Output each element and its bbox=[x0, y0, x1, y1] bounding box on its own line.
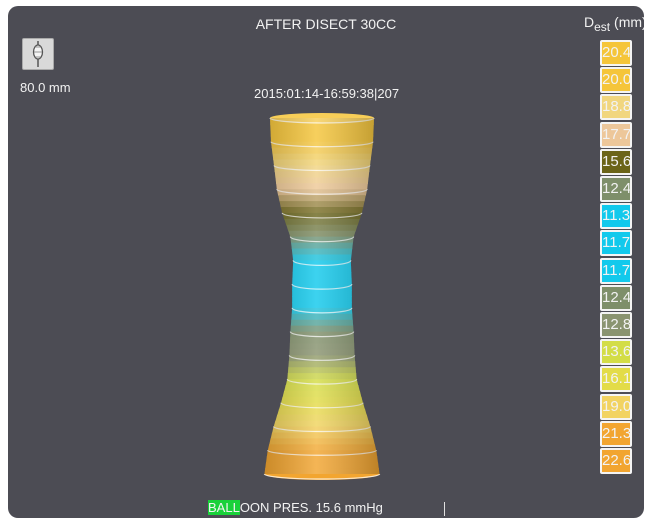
diameter-value: 16.1 bbox=[600, 366, 632, 393]
balloon-status-text: OON PRES. 15.6 mmHg bbox=[239, 500, 383, 515]
diameter-profile-view bbox=[263, 113, 381, 480]
scan-screen: AFTER DISECT 30CC Dest (mm) 80.0 mm 2015… bbox=[8, 6, 644, 518]
diameter-value: 13.6 bbox=[600, 339, 632, 366]
diameter-value: 12.4 bbox=[600, 176, 632, 202]
diameter-value: 20.0 bbox=[600, 67, 632, 94]
diameter-value: 17.7 bbox=[600, 121, 632, 148]
diameter-value: 12.4 bbox=[600, 284, 632, 311]
diameter-value: 12.8 bbox=[600, 312, 632, 338]
profile-shading bbox=[264, 118, 380, 474]
text-cursor bbox=[444, 502, 445, 516]
diameter-value: 11.3 bbox=[600, 203, 632, 230]
diameter-value: 18.8 bbox=[600, 94, 632, 121]
diameter-value: 21.3 bbox=[600, 420, 632, 447]
diameter-value: 20.4 bbox=[600, 40, 632, 66]
diameter-value: 22.6 bbox=[600, 448, 632, 474]
diameter-value: 15.6 bbox=[600, 148, 632, 175]
diameter-value: 11.7 bbox=[600, 257, 632, 284]
balloon-pressure-status: BALLOON PRES. 15.6 mmHg bbox=[208, 500, 383, 515]
balloon-status-highlight: BALL bbox=[208, 500, 240, 515]
diameter-value: 19.0 bbox=[600, 393, 632, 420]
diameter-value: 11.7 bbox=[600, 230, 632, 257]
